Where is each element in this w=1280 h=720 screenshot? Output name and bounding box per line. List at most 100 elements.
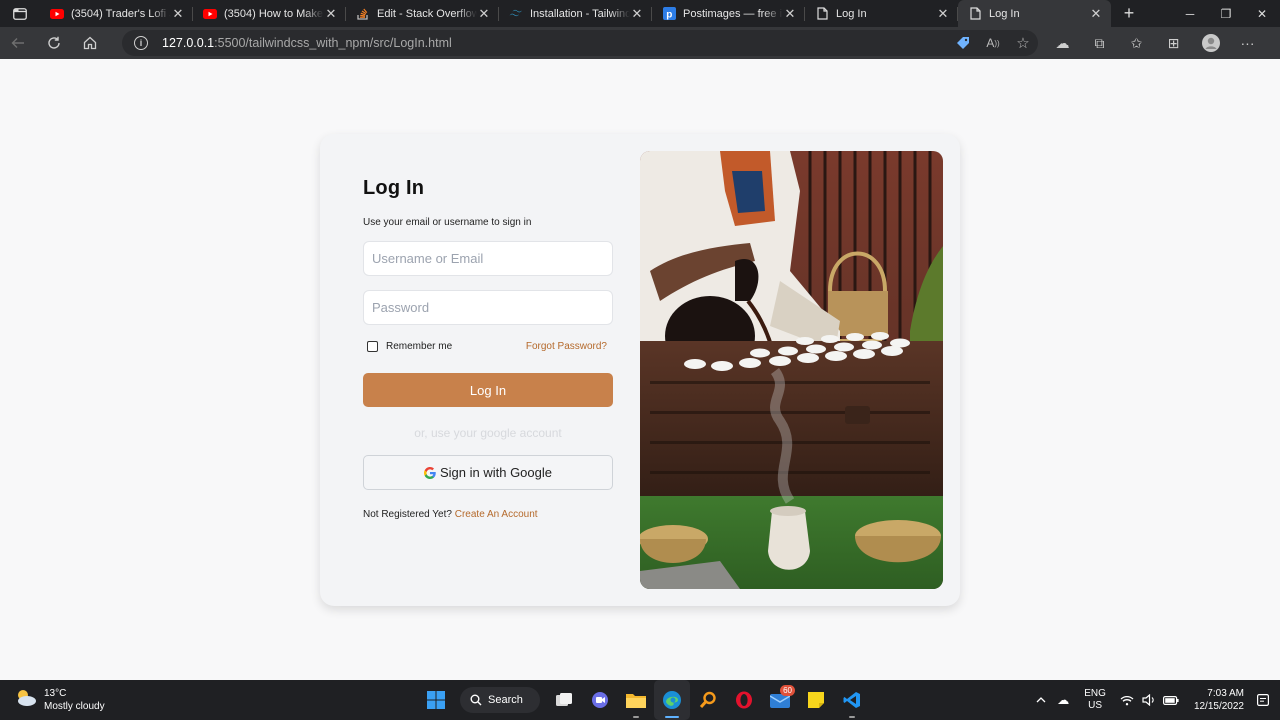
cloudy-weather-icon <box>14 688 38 713</box>
youtube-icon <box>203 7 217 21</box>
close-tab-icon[interactable]: ✕ <box>324 6 338 22</box>
favorites-icon[interactable]: ✩ <box>1118 27 1155 59</box>
page-icon <box>815 7 829 21</box>
login-subtitle: Use your email or username to sign in <box>363 217 532 228</box>
not-registered-text: Not Registered Yet? <box>363 509 452 520</box>
login-button[interactable]: Log In <box>363 373 613 407</box>
remember-me-label[interactable]: Remember me <box>386 341 452 352</box>
tab-actions-icon[interactable] <box>0 0 40 27</box>
browser-tab-bar: (3504) Trader's Lofi Jazz ✕ (3504) How t… <box>0 0 1280 27</box>
lang-bottom: US <box>1088 700 1103 711</box>
search-app-icon[interactable] <box>690 680 726 720</box>
weather-temp: 13°C <box>44 688 67 699</box>
browser-tab[interactable]: Edit - Stack Overflow ✕ <box>346 0 499 27</box>
minimize-icon[interactable]: ─ <box>1172 0 1208 27</box>
opera-icon[interactable] <box>726 680 762 720</box>
task-view-icon[interactable] <box>546 680 582 720</box>
avatar[interactable] <box>1192 27 1229 59</box>
page-viewport: Log In Use your email or username to sig… <box>0 59 1280 680</box>
close-tab-icon[interactable]: ✕ <box>783 6 797 22</box>
mail-badge: 60 <box>780 685 795 696</box>
close-tab-icon[interactable]: ✕ <box>630 6 644 22</box>
url-host: 127.0.0.1 <box>162 36 215 50</box>
tab-title: (3504) How to Make a <box>224 7 324 20</box>
youtube-icon <box>50 7 64 21</box>
clock[interactable]: 7:03 AM 12/15/2022 <box>1194 687 1244 713</box>
google-signin-button[interactable]: Sign in with Google <box>363 455 613 490</box>
edge-browser-icon[interactable] <box>654 680 690 720</box>
back-icon[interactable] <box>0 27 36 59</box>
weather-widget[interactable]: 13°C Mostly cloudy <box>14 687 105 713</box>
system-tray: ☁ ENG US 7:03 AM 12/15/2022 <box>1030 680 1280 720</box>
username-input[interactable] <box>363 241 613 276</box>
tab-title: Log In <box>836 7 867 20</box>
windows-taskbar: 13°C Mostly cloudy Search 60 ☁ ENG US 7:… <box>0 680 1280 720</box>
clock-date: 12/15/2022 <box>1193 701 1244 712</box>
url-path: :5500/tailwindcss_with_npm/src/LogIn.htm… <box>214 36 452 50</box>
google-icon <box>423 466 436 479</box>
close-tab-icon[interactable]: ✕ <box>171 6 185 22</box>
notifications-icon[interactable] <box>1252 694 1274 706</box>
svg-text:p: p <box>666 10 672 21</box>
chat-icon[interactable] <box>582 680 618 720</box>
vscode-icon[interactable] <box>834 680 870 720</box>
tab-title: Log In <box>989 7 1020 20</box>
lang-top: ENG <box>1084 688 1106 699</box>
address-input[interactable]: i 127.0.0.1:5500/tailwindcss_with_npm/sr… <box>122 30 1038 56</box>
close-window-icon[interactable]: ✕ <box>1244 0 1280 27</box>
wifi-icon[interactable] <box>1116 695 1138 706</box>
refresh-icon[interactable] <box>36 27 72 59</box>
tailwind-icon <box>509 7 523 21</box>
google-signin-label: Sign in with Google <box>439 465 552 480</box>
browser-tab[interactable]: Log In ✕ <box>805 0 958 27</box>
tab-title: Edit - Stack Overflow <box>377 7 477 20</box>
password-input[interactable] <box>363 290 613 325</box>
search-icon <box>470 694 482 706</box>
postimages-icon: p <box>662 7 676 21</box>
browser-tab[interactable]: (3504) How to Make a ✕ <box>193 0 346 27</box>
search-label: Search <box>488 694 523 706</box>
extension-cloud-icon[interactable]: ☁ <box>1044 27 1081 59</box>
onedrive-cloud-icon[interactable]: ☁ <box>1052 693 1074 707</box>
collections-icon[interactable]: ⊞ <box>1155 27 1192 59</box>
weather-desc: Mostly cloudy <box>44 701 105 712</box>
tag-icon[interactable] <box>948 27 978 59</box>
language-indicator[interactable]: ENG US <box>1084 688 1106 712</box>
browser-tab[interactable]: p Postimages — free im ✕ <box>652 0 805 27</box>
battery-icon[interactable] <box>1160 695 1182 705</box>
register-prompt: Not Registered Yet? Create An Account <box>363 509 613 520</box>
mail-icon[interactable]: 60 <box>762 680 798 720</box>
taskbar-search[interactable]: Search <box>460 687 540 713</box>
hero-photo <box>640 151 943 589</box>
close-tab-icon[interactable]: ✕ <box>1089 6 1103 22</box>
tab-title: Postimages — free im <box>683 7 783 20</box>
tab-title: Installation - Tailwind <box>530 7 630 20</box>
new-tab-button[interactable]: + <box>1111 0 1147 27</box>
favorite-add-icon[interactable]: ☆ <box>1008 27 1038 59</box>
stackoverflow-icon <box>356 7 370 21</box>
close-tab-icon[interactable]: ✕ <box>936 6 950 22</box>
file-explorer-icon[interactable] <box>618 680 654 720</box>
forgot-password-link[interactable]: Forgot Password? <box>526 341 607 352</box>
remember-me-checkbox[interactable] <box>367 340 378 352</box>
restore-icon[interactable]: ❐ <box>1208 0 1244 27</box>
close-tab-icon[interactable]: ✕ <box>477 6 491 22</box>
chevron-up-icon[interactable] <box>1030 697 1052 703</box>
browser-tab-active[interactable]: Log In ✕ <box>958 0 1111 27</box>
site-info-icon[interactable]: i <box>134 36 148 50</box>
browser-tab[interactable]: Installation - Tailwind ✕ <box>499 0 652 27</box>
start-icon[interactable] <box>418 680 454 720</box>
sticky-notes-icon[interactable] <box>798 680 834 720</box>
alt-login-text: or, use your google account <box>414 426 562 440</box>
tab-title: (3504) Trader's Lofi Jazz <box>71 7 171 20</box>
read-aloud-icon[interactable]: A)) <box>978 27 1008 59</box>
more-menu-icon[interactable]: ··· <box>1229 27 1266 59</box>
login-card: Log In Use your email or username to sig… <box>320 134 960 606</box>
home-icon[interactable] <box>72 27 108 59</box>
browser-tab[interactable]: (3504) Trader's Lofi Jazz ✕ <box>40 0 193 27</box>
browser-address-bar: i 127.0.0.1:5500/tailwindcss_with_npm/sr… <box>0 27 1280 59</box>
login-form: Log In Use your email or username to sig… <box>363 177 613 520</box>
create-account-link[interactable]: Create An Account <box>455 509 538 520</box>
extensions-icon[interactable]: ⧉ <box>1081 27 1118 59</box>
volume-icon[interactable] <box>1138 694 1160 706</box>
